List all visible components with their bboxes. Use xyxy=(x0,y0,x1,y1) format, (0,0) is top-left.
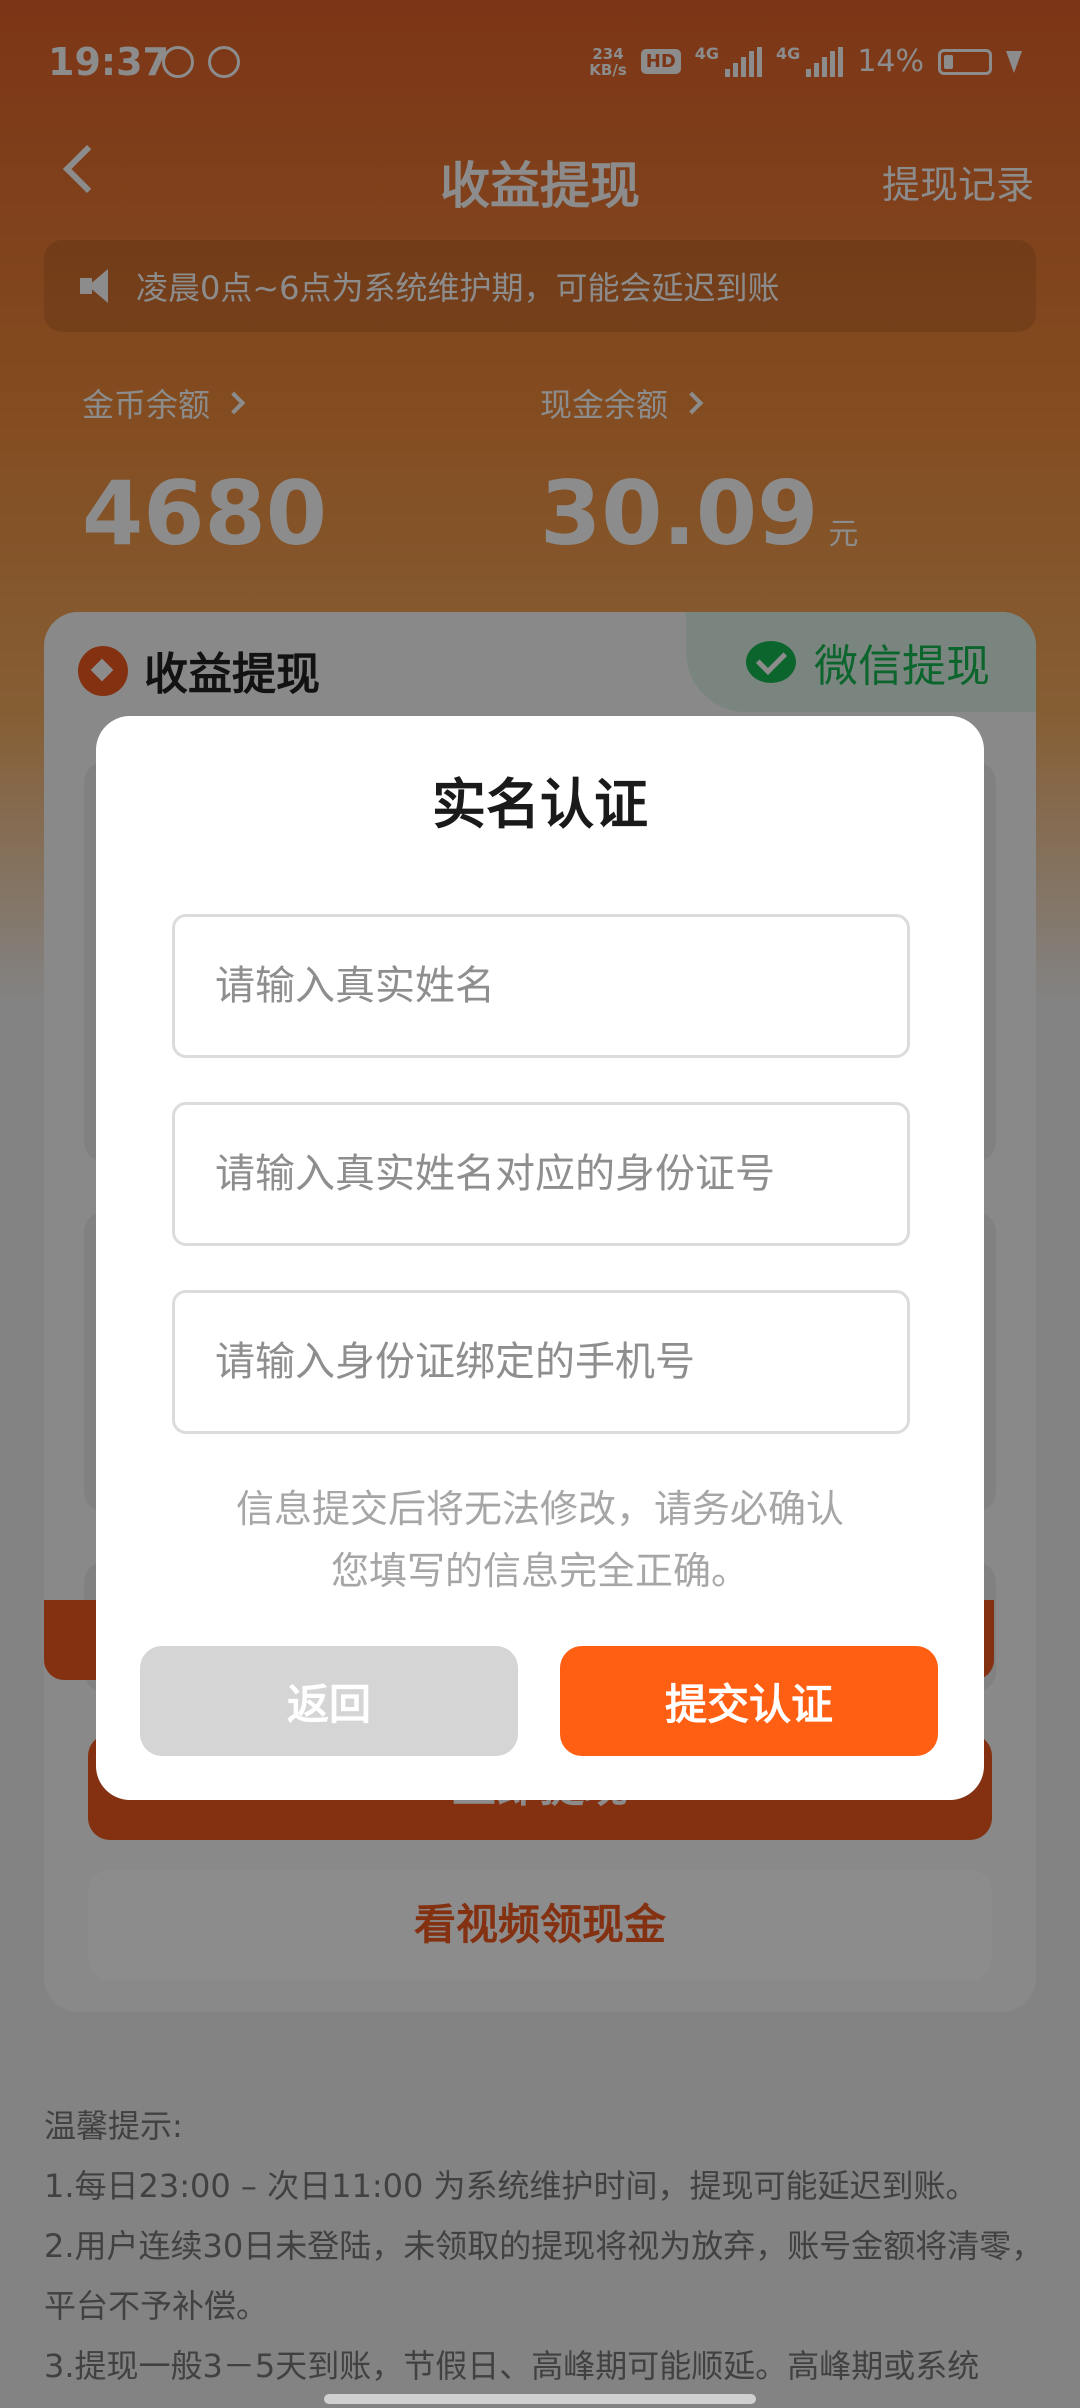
home-indicator[interactable] xyxy=(324,2394,756,2404)
dialog-note-line-2: 您填写的信息完全正确。 xyxy=(330,1549,749,1593)
back-button[interactable]: 返回 xyxy=(140,1646,518,1756)
dialog-note: 信息提交后将无法修改，请务必确认 您填写的信息完全正确。 xyxy=(156,1478,924,1602)
real-name-input[interactable] xyxy=(172,914,910,1058)
id-number-input[interactable] xyxy=(172,1102,910,1246)
real-name-dialog: 实名认证 信息提交后将无法修改，请务必确认 您填写的信息完全正确。 返回 提交认… xyxy=(96,716,984,1800)
submit-verification-button[interactable]: 提交认证 xyxy=(560,1646,938,1756)
dialog-note-line-1: 信息提交后将无法修改，请务必确认 xyxy=(235,1487,844,1531)
dialog-title: 实名认证 xyxy=(432,773,648,836)
phone-input[interactable] xyxy=(172,1290,910,1434)
